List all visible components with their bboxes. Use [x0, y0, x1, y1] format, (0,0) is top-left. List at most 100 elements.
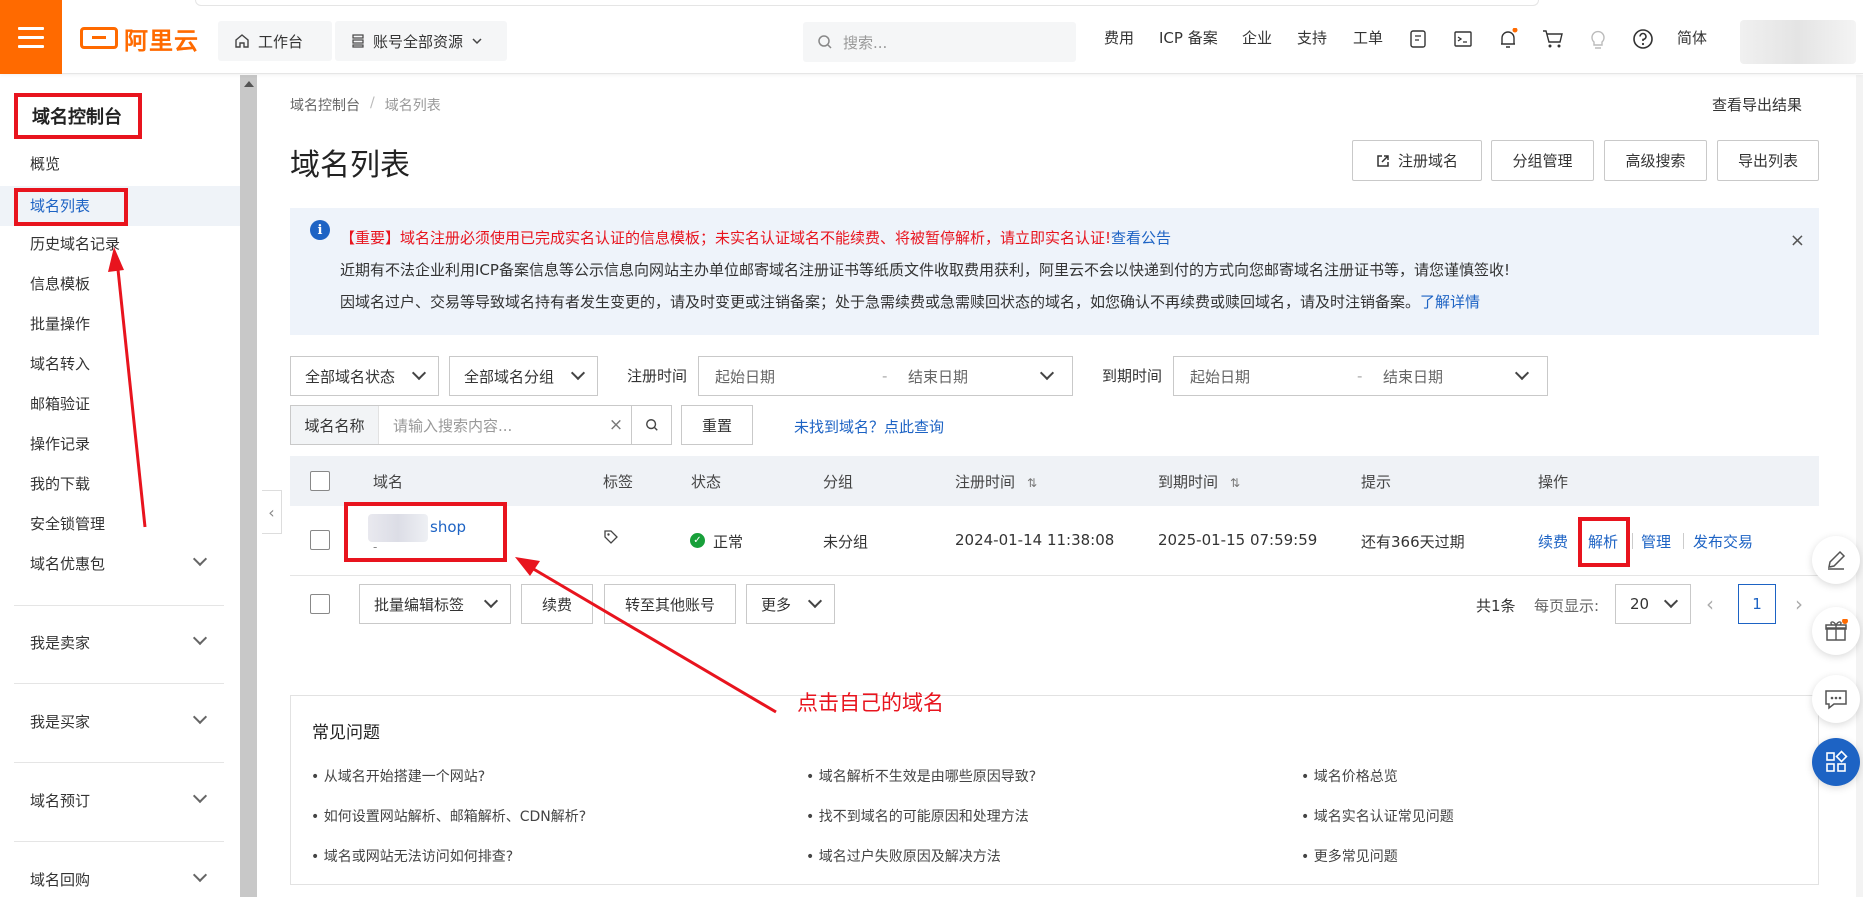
gift-float-button[interactable] — [1812, 607, 1860, 655]
publish-trade-link[interactable]: 发布交易 — [1693, 531, 1753, 552]
sidebar-item-transfer-in[interactable]: 域名转入 — [30, 353, 90, 375]
faq-link[interactable]: • 更多常见问题 — [1301, 846, 1398, 866]
register-domain-label: 注册域名 — [1397, 152, 1458, 170]
aliyun-logo[interactable]: 阿里云 — [80, 24, 199, 55]
sidebar-item-email-verify[interactable]: 邮箱验证 — [30, 393, 90, 415]
topnav-support[interactable]: 支持 — [1297, 0, 1327, 74]
faq-link[interactable]: • 域名过户失败原因及解决方法 — [806, 846, 1001, 866]
prev-page-icon[interactable]: ‹ — [1706, 592, 1714, 616]
language-switch[interactable]: 简体 — [1677, 0, 1707, 74]
renew-link[interactable]: 续费 — [1538, 531, 1568, 552]
bell-icon[interactable] — [1497, 28, 1519, 50]
exp-date-range[interactable]: 起始日期 - 结束日期 — [1173, 356, 1548, 396]
per-page-select[interactable]: 20 — [1615, 584, 1691, 624]
sidebar-item-downloads[interactable]: 我的下载 — [30, 473, 90, 495]
page-scrollbar[interactable] — [1856, 75, 1863, 897]
sidebar-item-op-log[interactable]: 操作记录 — [30, 433, 90, 455]
op-separator — [1632, 533, 1633, 549]
group-manage-button[interactable]: 分组管理 — [1491, 140, 1594, 181]
reset-button[interactable]: 重置 — [681, 405, 753, 445]
sidebar-group-seller[interactable]: 我是卖家 — [30, 632, 90, 653]
sort-icon[interactable]: ⇅ — [1027, 476, 1037, 490]
export-list-button[interactable]: 导出列表 — [1717, 140, 1819, 181]
sidebar-title[interactable]: 域名控制台 — [14, 93, 142, 139]
apps-float-button[interactable] — [1812, 738, 1860, 786]
tag-icon[interactable] — [603, 529, 619, 549]
next-page-icon[interactable]: › — [1795, 592, 1803, 616]
manage-link[interactable]: 管理 — [1641, 531, 1671, 552]
reg-time-text: 2024-01-14 11:38:08 — [955, 531, 1115, 549]
faq-link[interactable]: • 域名或网站无法访问如何排查? — [311, 846, 513, 866]
resource-dropdown[interactable]: 账号全部资源 — [335, 21, 507, 61]
page-1-button[interactable]: 1 — [1738, 584, 1776, 624]
exp-end-date[interactable]: 结束日期 — [1367, 366, 1507, 387]
icp-icon[interactable] — [1407, 28, 1429, 50]
clear-icon[interactable]: × — [601, 415, 631, 435]
select-all-checkbox[interactable] — [310, 471, 330, 491]
sidebar-scrollbar[interactable] — [240, 75, 257, 897]
domain-search-input[interactable]: 请输入搜索内容... — [379, 415, 601, 436]
topnav-ticket[interactable]: 工单 — [1353, 0, 1383, 74]
notice-announcement-link[interactable]: 查看公告 — [1111, 229, 1171, 247]
faq-link[interactable]: • 域名解析不生效是由哪些原因导致? — [806, 766, 1036, 786]
export-result-link[interactable]: 查看导出结果 — [1712, 94, 1802, 115]
faq-link[interactable]: • 如何设置网站解析、邮箱解析、CDN解析? — [311, 806, 586, 826]
sidebar-group-buyer[interactable]: 我是买家 — [30, 711, 90, 732]
faq-link[interactable]: • 域名实名认证常见问题 — [1301, 806, 1454, 826]
reg-end-date[interactable]: 结束日期 — [892, 366, 1032, 387]
sort-icon[interactable]: ⇅ — [1230, 476, 1240, 490]
sidebar-item-batch[interactable]: 批量操作 — [30, 313, 90, 335]
edit-float-button[interactable] — [1812, 536, 1860, 584]
topnav-icp[interactable]: ICP 备案 — [1159, 0, 1218, 74]
bulk-checkbox[interactable] — [310, 594, 330, 614]
sidebar-group-reserve[interactable]: 域名预订 — [30, 790, 90, 811]
chat-float-button[interactable] — [1812, 675, 1860, 723]
transfer-account-button[interactable]: 转至其他账号 — [604, 584, 736, 624]
sidebar-group-discount[interactable]: 域名优惠包 — [30, 553, 105, 574]
help-icon[interactable] — [1632, 28, 1654, 50]
sidebar-item-templates[interactable]: 信息模板 — [30, 273, 90, 295]
scroll-up-icon[interactable] — [244, 81, 254, 87]
sidebar-item-history[interactable]: 历史域名记录 — [30, 233, 120, 255]
sidebar-item-security-lock[interactable]: 安全锁管理 — [30, 513, 105, 535]
col-hint: 提示 — [1361, 473, 1392, 491]
col-exp-time[interactable]: 到期时间 ⇅ — [1158, 471, 1240, 492]
faq-link[interactable]: • 从域名开始搭建一个网站? — [311, 766, 485, 786]
col-reg-time[interactable]: 注册时间 ⇅ — [955, 471, 1037, 492]
register-domain-button[interactable]: 注册域名 — [1352, 140, 1482, 181]
bulk-renew-button[interactable]: 续费 — [521, 584, 593, 624]
topnav-enterprise[interactable]: 企业 — [1242, 0, 1272, 74]
search-button[interactable] — [631, 406, 671, 444]
advanced-search-button[interactable]: 高级搜索 — [1604, 140, 1707, 181]
group-filter-select[interactable]: 全部域名分组 — [449, 356, 598, 396]
sidebar-collapse-button[interactable]: ‹ — [262, 490, 282, 534]
search-icon — [645, 419, 658, 431]
menu-icon[interactable] — [0, 0, 62, 74]
topnav-fees[interactable]: 费用 — [1104, 0, 1134, 74]
row-checkbox[interactable] — [310, 530, 330, 550]
more-actions-label: 更多 — [761, 595, 792, 614]
sidebar-group-buyback[interactable]: 域名回购 — [30, 869, 90, 890]
faq-link[interactable]: • 域名价格总览 — [1301, 766, 1398, 786]
faq-link[interactable]: • 找不到域名的可能原因和处理方法 — [806, 806, 1029, 826]
exp-start-date[interactable]: 起始日期 — [1174, 366, 1357, 387]
cart-icon[interactable] — [1542, 28, 1564, 50]
breadcrumb-console[interactable]: 域名控制台 — [290, 95, 360, 115]
global-search-input[interactable]: 搜索... — [803, 22, 1076, 62]
bulk-edit-tags-select[interactable]: 批量编辑标签 — [359, 584, 511, 624]
reg-start-date[interactable]: 起始日期 — [699, 366, 882, 387]
notice-details-link[interactable]: 了解详情 — [1420, 293, 1480, 311]
status-filter-select[interactable]: 全部域名状态 — [290, 356, 439, 396]
sidebar-item-overview[interactable]: 概览 — [30, 153, 60, 175]
reg-date-range[interactable]: 起始日期 - 结束日期 — [698, 356, 1073, 396]
chevron-down-icon[interactable] — [192, 551, 208, 567]
more-actions-select[interactable]: 更多 — [746, 584, 835, 624]
home-icon — [235, 34, 249, 48]
terminal-icon[interactable] — [1452, 28, 1474, 50]
lightbulb-icon[interactable] — [1587, 28, 1609, 50]
list-icon — [352, 34, 364, 48]
domain-lookup-link[interactable]: 未找到域名？点此查询 — [794, 416, 944, 437]
avatar[interactable] — [1740, 20, 1856, 64]
workbench-button[interactable]: 工作台 — [218, 21, 332, 61]
close-icon[interactable]: × — [1790, 230, 1805, 251]
